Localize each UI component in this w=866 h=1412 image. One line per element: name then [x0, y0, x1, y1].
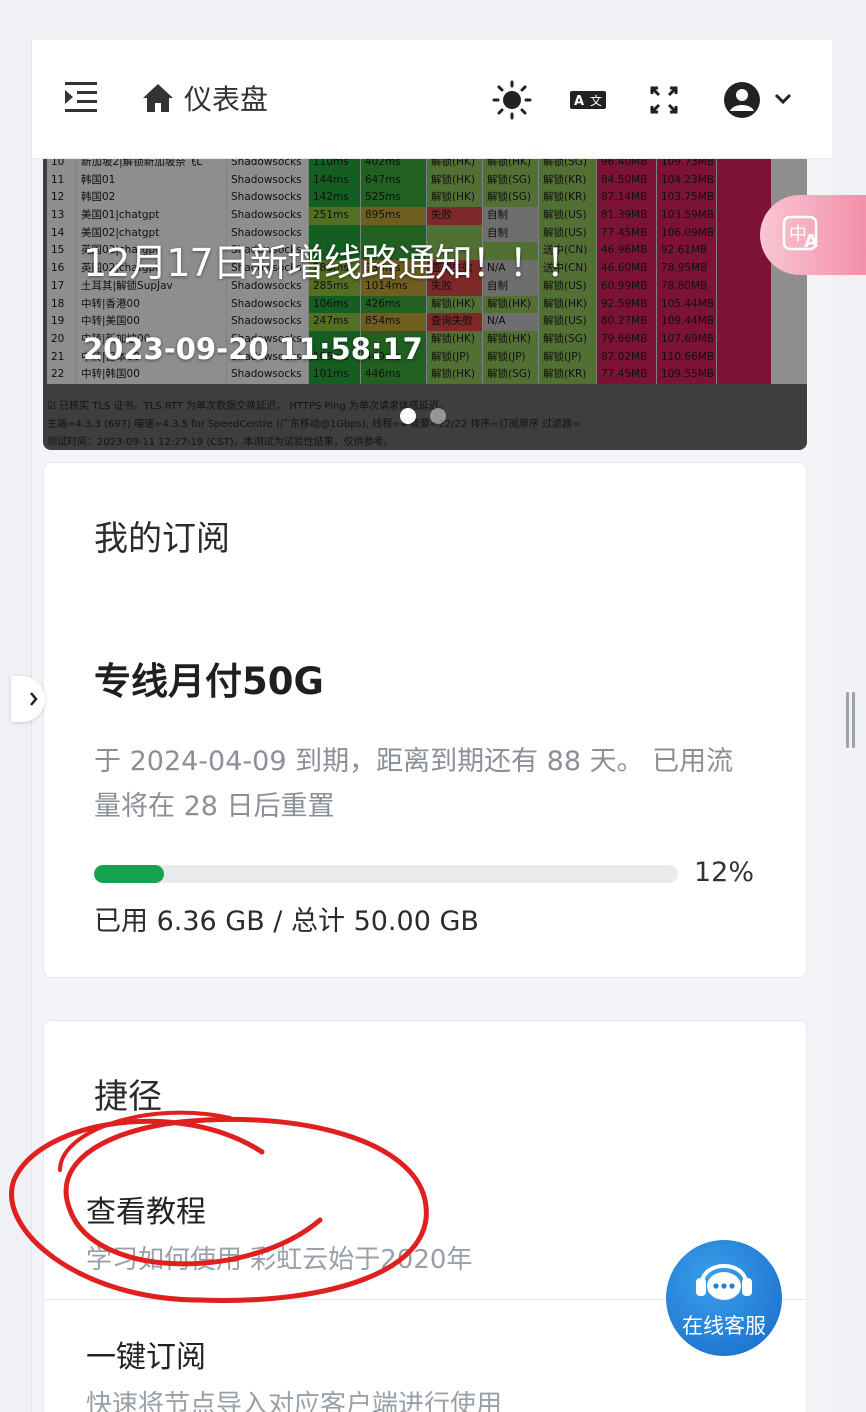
shortcut-desc: 学习如何使用 彩虹云始于2020年: [86, 1245, 473, 1275]
usage-text: 已用 6.36 GB / 总计 50.00 GB: [94, 906, 479, 937]
home-icon: [143, 84, 173, 112]
scrollbar-handle[interactable]: [844, 692, 856, 748]
fullscreen-icon[interactable]: [644, 80, 684, 120]
carousel-dot[interactable]: [430, 408, 446, 424]
plan-name: 专线月付50G: [94, 660, 324, 703]
menu-indent-icon[interactable]: [65, 82, 101, 114]
carousel-dots: [400, 408, 446, 424]
chat-headset-icon: [696, 1264, 752, 1300]
shortcut-title: 查看教程: [86, 1195, 206, 1230]
banner-overlay: [43, 158, 807, 450]
language-translate-icon[interactable]: A 文: [568, 80, 608, 120]
shortcut-desc: 快速将节点导入对应客户端进行使用: [86, 1390, 503, 1412]
shortcuts-title: 捷径: [94, 1077, 162, 1117]
translate-icon: 中 A: [782, 215, 818, 252]
online-support-button[interactable]: 在线客服: [666, 1240, 782, 1356]
shortcuts-card: 捷径 查看教程 学习如何使用 彩虹云始于2020年 一键订阅 快速将节点导入对应…: [43, 1020, 807, 1412]
home-link[interactable]: 仪表盘: [142, 80, 268, 116]
progress-percent: 12%: [694, 857, 755, 888]
subscription-card: 我的订阅 专线月付50G 于 2024-04-09 到期，距离到期还有 88 天…: [43, 462, 807, 978]
banner-date: 2023-09-20 11:58:17: [83, 332, 423, 366]
svg-text:A: A: [804, 231, 818, 252]
announcement-carousel[interactable]: 10 新加坡2|解锁新加坡奈飞L Shadowsocks 110ms 402ms 解锁(H…: [43, 158, 807, 450]
translate-fab[interactable]: 中 A: [760, 195, 866, 275]
subscription-title: 我的订阅: [94, 519, 230, 559]
side-expand-button[interactable]: [11, 676, 45, 722]
carousel-dot-active[interactable]: [400, 408, 416, 424]
banner-title: 12月17日新增线路通知！！！: [83, 241, 584, 285]
svg-text:文: 文: [590, 93, 602, 108]
shortcut-title: 一键订阅: [86, 1340, 206, 1375]
user-menu[interactable]: [722, 80, 798, 120]
traffic-progress-fill: [94, 865, 165, 883]
top-bar: 仪表盘 A 文: [32, 40, 832, 159]
theme-toggle-sun-icon[interactable]: [492, 80, 532, 120]
page-title: 仪表盘: [184, 83, 269, 116]
chevron-down-icon: [774, 93, 792, 105]
traffic-progress-bar: [94, 865, 678, 883]
expire-text: 于 2024-04-09 到期，距离到期还有 88 天。 已用流量将在 28 日…: [94, 746, 734, 822]
svg-text:A: A: [574, 94, 584, 109]
online-support-label: 在线客服: [682, 1314, 766, 1338]
app-frame: 仪表盘 A 文 10 新加坡2|解锁新加坡奈飞L Shadowsocks 110…: [31, 40, 832, 1412]
chevron-right-icon: [30, 692, 38, 706]
